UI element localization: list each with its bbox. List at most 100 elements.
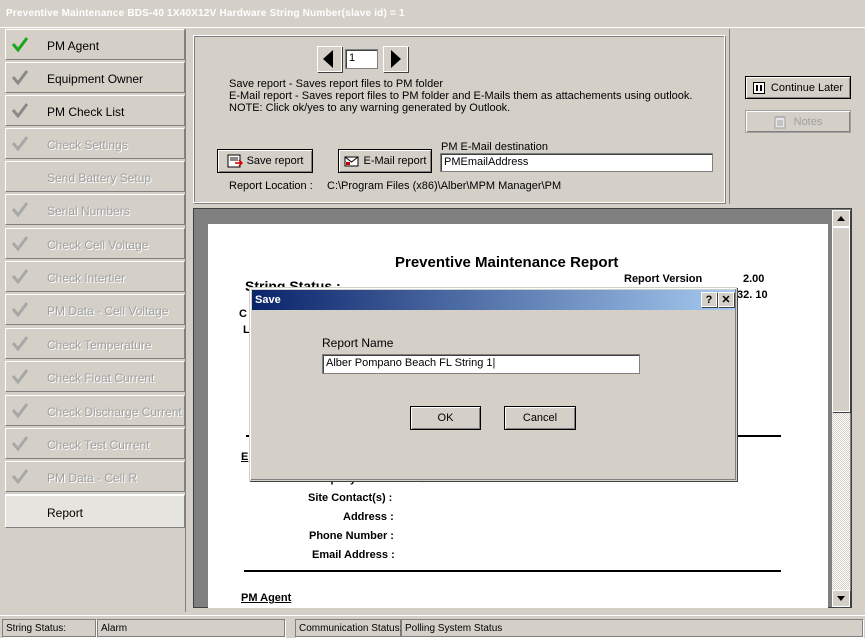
- check-icon: [10, 465, 30, 487]
- report-location-path: C:\Program Files (x86)\Alber\MPM Manager…: [327, 180, 562, 192]
- sidebar-item-equipment-owner[interactable]: Equipment Owner: [5, 62, 185, 93]
- sidebar-item-report[interactable]: Report: [5, 494, 185, 528]
- check-icon: [10, 432, 30, 454]
- info-line-note: NOTE: Click ok/yes to any warning genera…: [229, 102, 511, 114]
- sidebar-item-check-discharge-current[interactable]: Check Discharge Current: [5, 395, 185, 426]
- sidebar-item-check-settings[interactable]: Check Settings: [5, 128, 185, 159]
- sidebar-item-label: Equipment Owner: [47, 72, 144, 86]
- address-label: Address :: [343, 511, 394, 523]
- sidebar-item-check-intertier[interactable]: Check Intertier: [5, 261, 185, 292]
- sidebar-item-check-cell-voltage[interactable]: Check Cell Voltage: [5, 228, 185, 259]
- sidebar-item-label: Check Cell Voltage: [47, 238, 149, 252]
- close-button[interactable]: ✕: [718, 292, 734, 307]
- check-icon: [10, 232, 30, 254]
- ok-label: OK: [437, 412, 454, 424]
- pause-icon: [752, 81, 765, 94]
- check-icon: [10, 66, 30, 88]
- status-bar: String Status: Alarm Communication Statu…: [0, 615, 865, 638]
- check-icon: [10, 132, 30, 154]
- sidebar-item-pm-data-cell-r[interactable]: PM Data - Cell R: [5, 461, 185, 492]
- report-location-label: Report Location :: [229, 180, 313, 192]
- sidebar-item-serial-numbers[interactable]: Serial Numbers: [5, 194, 185, 225]
- sidebar-item-label: Serial Numbers: [47, 204, 130, 218]
- section-divider: [244, 570, 781, 572]
- info-line-email: E-Mail report - Saves report files to PM…: [229, 90, 693, 102]
- continue-later-button[interactable]: Continue Later: [745, 76, 851, 99]
- sidebar-item-check-float-current[interactable]: Check Float Current: [5, 361, 185, 392]
- sidebar-item-label: Check Float Current: [47, 371, 155, 385]
- sidebar-item-label: PM Check List: [47, 105, 125, 119]
- cancel-button[interactable]: Cancel: [504, 406, 576, 430]
- sidebar-item-label: PM Data - Cell Voltage: [47, 304, 169, 318]
- communication-status-value: Polling System Status: [401, 619, 863, 637]
- cancel-label: Cancel: [522, 412, 558, 424]
- save-report-icon: [227, 154, 243, 168]
- email-destination-label: PM E-Mail destination: [441, 141, 548, 153]
- page-number-input[interactable]: 1: [345, 49, 378, 69]
- check-icon: [10, 99, 30, 121]
- sidebar-item-label: PM Agent: [47, 39, 100, 53]
- sidebar-item-check-test-current[interactable]: Check Test Current: [5, 428, 185, 459]
- sidebar-item-label: Check Temperature: [47, 338, 152, 352]
- sidebar-item-label: Check Discharge Current: [47, 405, 182, 419]
- sidebar-item-label: Check Test Current: [47, 438, 150, 452]
- check-icon: [10, 298, 30, 320]
- sidebar-item-send-battery-setup[interactable]: Send Battery Setup: [5, 161, 185, 192]
- sidebar-item-label: PM Data - Cell R: [47, 471, 138, 485]
- title-bar: Preventive Maintenance BDS-40 1X40X12V H…: [0, 0, 865, 28]
- notes-button[interactable]: Notes: [745, 110, 851, 133]
- report-name-label: Report Name: [322, 336, 394, 350]
- communication-status-label: Communication Status:: [295, 619, 402, 637]
- arrow-right-icon: [391, 50, 401, 68]
- report-version-secondary: 32. 10: [737, 289, 768, 301]
- email-destination-input[interactable]: PMEmailAddress: [440, 153, 713, 172]
- sidebar-item-label: Send Battery Setup: [47, 171, 152, 185]
- partial-label-c: C: [239, 308, 247, 320]
- string-status-value: Alarm: [97, 619, 285, 637]
- partial-heading-e: E: [241, 451, 249, 463]
- arrow-left-icon: [323, 50, 333, 68]
- sidebar-item-pm-data-cell-voltage[interactable]: PM Data - Cell Voltage: [5, 294, 185, 325]
- sidebar-item-check-temperature[interactable]: Check Temperature: [5, 328, 185, 359]
- scroll-up-button[interactable]: [832, 210, 850, 227]
- report-version-value: 2.00: [743, 273, 765, 285]
- arrow-up-icon: [837, 216, 845, 221]
- info-line-save: Save report - Saves report files to PM f…: [229, 78, 443, 90]
- email-address-label: Email Address :: [312, 549, 395, 561]
- notepad-icon: [774, 115, 786, 128]
- check-icon: [10, 33, 30, 55]
- email-report-label: E-Mail report: [363, 155, 427, 167]
- site-contact-label: Site Contact(s) :: [308, 492, 393, 504]
- save-report-button[interactable]: Save report: [217, 149, 313, 173]
- sidebar: PM Agent Equipment Owner PM Check List C…: [3, 29, 186, 612]
- notes-label: Notes: [793, 115, 823, 128]
- email-report-button[interactable]: E-Mail report: [338, 149, 432, 173]
- arrow-down-icon: [837, 596, 845, 601]
- ok-button[interactable]: OK: [410, 406, 481, 430]
- dialog-title: Save: [255, 294, 281, 306]
- save-report-label: Save report: [246, 155, 304, 167]
- scroll-thumb[interactable]: [832, 227, 850, 412]
- window-title: Preventive Maintenance BDS-40 1X40X12V H…: [6, 8, 405, 19]
- sidebar-item-pm-check-list[interactable]: PM Check List: [5, 95, 185, 126]
- phone-number-label: Phone Number :: [309, 530, 394, 542]
- previous-page-button[interactable]: [317, 46, 342, 72]
- help-button[interactable]: ?: [701, 292, 717, 307]
- continue-later-label: Continue Later: [770, 81, 844, 94]
- sidebar-item-label: Check Intertier: [47, 271, 126, 285]
- pm-agent-heading: PM Agent: [241, 592, 292, 604]
- scroll-down-button[interactable]: [832, 590, 850, 607]
- report-name-input[interactable]: Alber Pompano Beach FL String 1|: [322, 354, 640, 374]
- report-vertical-scrollbar[interactable]: [832, 210, 850, 607]
- check-icon: [10, 399, 30, 421]
- save-dialog: Save ? ✕ Report Name Alber Pompano Beach…: [249, 287, 737, 481]
- string-status-label: String Status:: [2, 619, 96, 637]
- report-title: Preventive Maintenance Report: [395, 254, 619, 271]
- check-icon: [10, 265, 30, 287]
- sidebar-item-label: Check Settings: [47, 138, 128, 152]
- envelope-icon: [344, 156, 359, 167]
- report-version-label: Report Version: [624, 273, 703, 285]
- dialog-title-bar: Save ? ✕: [252, 290, 735, 310]
- next-page-button[interactable]: [383, 46, 408, 72]
- sidebar-item-pm-agent[interactable]: PM Agent: [5, 29, 185, 60]
